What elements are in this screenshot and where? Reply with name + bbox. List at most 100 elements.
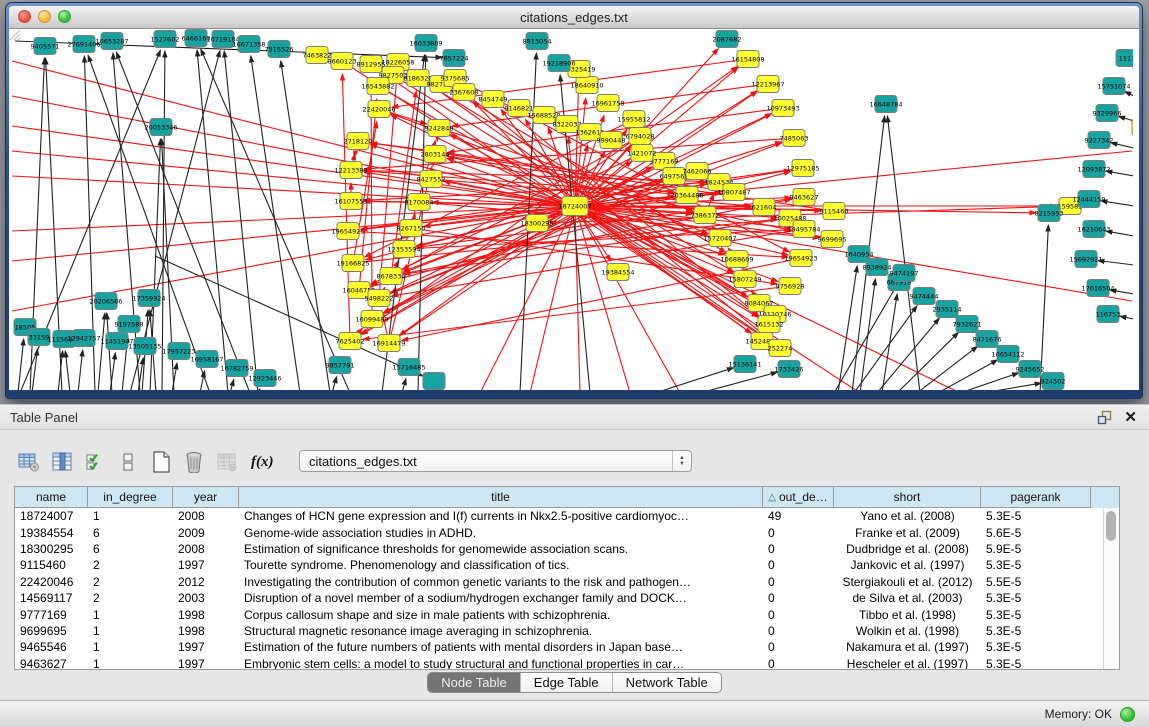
table-cell[interactable]: 6 (88, 526, 173, 540)
column-header-pagerank[interactable]: pagerank (981, 487, 1091, 508)
table-row[interactable]: 1830029562008Estimation of significance … (15, 541, 1119, 557)
table-cell[interactable]: Dudbridge et al. (2008) (834, 542, 981, 556)
table-cell[interactable]: 5.6E-5 (981, 526, 1091, 540)
close-panel-icon[interactable]: ✕ (1124, 410, 1137, 425)
table-row[interactable]: 977716911998Corpus callosum shape and si… (15, 606, 1119, 622)
table-cell[interactable]: 2 (88, 591, 173, 605)
table-cell[interactable]: 9777169 (15, 608, 88, 622)
table-cell[interactable]: 2008 (173, 542, 239, 556)
table-cell[interactable]: 2 (88, 575, 173, 589)
table-cell[interactable]: 0 (763, 640, 834, 654)
table-cell[interactable]: Disruption of a novel member of a sodium… (239, 591, 763, 605)
table-row[interactable]: 1456911722003Disruption of a novel membe… (15, 590, 1119, 606)
table-cell[interactable]: 14569117 (15, 591, 88, 605)
table-cell[interactable]: 5.3E-5 (981, 624, 1091, 638)
table-cell[interactable]: Estimation of the future numbers of pati… (239, 640, 763, 654)
column-header-in_degree[interactable]: in_degree (88, 487, 173, 508)
table-row[interactable]: 911546021997Tourette syndrome. Phenomeno… (15, 557, 1119, 573)
table-cell[interactable]: Structural magnetic resonance image aver… (239, 624, 763, 638)
table-cell[interactable]: 18300295 (15, 542, 88, 556)
table-cell[interactable]: 18724007 (15, 509, 88, 523)
show-column-icon[interactable] (47, 448, 77, 476)
memory-ok-indicator-icon[interactable] (1120, 707, 1135, 722)
table-cell[interactable]: Nakamura et al. (1997) (834, 640, 981, 654)
table-cell[interactable]: 5.3E-5 (981, 657, 1091, 670)
tab-network-table[interactable]: Network Table (613, 673, 721, 692)
table-cell[interactable]: 1 (88, 657, 173, 670)
table-cell[interactable]: 5.3E-5 (981, 608, 1091, 622)
table-row[interactable]: 1938455462009Genome-wide association stu… (15, 524, 1119, 540)
table-cell[interactable]: 1997 (173, 657, 239, 670)
table-cell[interactable]: 2003 (173, 591, 239, 605)
table-settings-icon[interactable] (14, 448, 44, 476)
table-row[interactable]: 2242004622012Investigating the contribut… (15, 574, 1119, 590)
citation-network-graph[interactable]: 1872400786601238912955182260589827503165… (9, 29, 1133, 390)
table-row[interactable]: 946362711997Embryonic stem cells: a mode… (15, 656, 1119, 670)
column-header-short[interactable]: short (834, 487, 981, 508)
table-cell[interactable]: Wolkin et al. (1998) (834, 624, 981, 638)
table-cell[interactable]: 5.9E-5 (981, 542, 1091, 556)
table-cell[interactable]: 49 (763, 509, 834, 523)
table-cell[interactable]: 2012 (173, 575, 239, 589)
table-cell[interactable]: 0 (763, 575, 834, 589)
tab-node-table[interactable]: Node Table (428, 673, 521, 692)
table-cell[interactable]: 2008 (173, 509, 239, 523)
scrollbar-thumb[interactable] (1106, 511, 1116, 541)
column-header-title[interactable]: title (239, 487, 763, 508)
table-cell[interactable]: Hescheler et al. (1997) (834, 657, 981, 670)
column-header-year[interactable]: year (173, 487, 239, 508)
table-cell[interactable]: 9465546 (15, 640, 88, 654)
table-cell[interactable]: 1998 (173, 624, 239, 638)
table-cell[interactable]: 1 (88, 640, 173, 654)
table-cell[interactable]: Tourette syndrome. Phenomenology and cla… (239, 558, 763, 572)
table-cell[interactable]: 0 (763, 558, 834, 572)
window-titlebar[interactable]: citations_edges.txt (9, 6, 1139, 29)
table-cell[interactable]: 5.3E-5 (981, 591, 1091, 605)
tab-edge-table[interactable]: Edge Table (521, 673, 613, 692)
column-header-name[interactable]: name (15, 487, 88, 508)
table-cell[interactable]: 0 (763, 608, 834, 622)
table-cell[interactable]: Franke et al. (2009) (834, 526, 981, 540)
table-cell[interactable]: 19384554 (15, 526, 88, 540)
table-cell[interactable]: 1 (88, 509, 173, 523)
table-cell[interactable]: 5.3E-5 (981, 558, 1091, 572)
table-cell[interactable]: 9463627 (15, 657, 88, 670)
float-panel-icon[interactable] (1097, 410, 1112, 425)
table-cell[interactable]: de Silva et al. (2003) (834, 591, 981, 605)
row-height-icon[interactable] (113, 448, 143, 476)
table-cell[interactable]: Corpus callosum shape and size in male p… (239, 608, 763, 622)
table-cell[interactable]: 1997 (173, 640, 239, 654)
resize-grip-icon[interactable] (9, 29, 21, 41)
table-cell[interactable]: 2 (88, 558, 173, 572)
table-cell[interactable]: 6 (88, 542, 173, 556)
table-cell[interactable]: Stergiakouli et al. (2012) (834, 575, 981, 589)
table-cell[interactable]: Changes of HCN gene expression and I(f) … (239, 509, 763, 523)
table-cell[interactable]: Genome-wide association studies in ADHD. (239, 526, 763, 540)
table-cell[interactable]: Jankovic et al. (1997) (834, 558, 981, 572)
table-cell[interactable]: 5.3E-5 (981, 509, 1091, 523)
table-cell[interactable]: 9699695 (15, 624, 88, 638)
table-cell[interactable]: 1 (88, 624, 173, 638)
function-builder-icon[interactable]: f(x) (251, 454, 274, 471)
table-row[interactable]: 1872400712008Changes of HCN gene express… (15, 508, 1119, 524)
close-window-button[interactable] (18, 10, 31, 23)
graph-node[interactable] (1132, 119, 1133, 136)
minimize-window-button[interactable] (38, 10, 51, 23)
table-cell[interactable]: 5.3E-5 (981, 640, 1091, 654)
table-cell[interactable]: Tibbo et al. (1998) (834, 608, 981, 622)
table-select-dropdown[interactable]: citations_edges.txt ▲▼ (299, 450, 692, 472)
table-cell[interactable]: 1998 (173, 608, 239, 622)
table-cell[interactable]: 0 (763, 526, 834, 540)
table-cell[interactable]: 1997 (173, 558, 239, 572)
table-cell[interactable]: Estimation of significance thresholds fo… (239, 542, 763, 556)
zoom-window-button[interactable] (58, 10, 71, 23)
select-rows-icon[interactable] (80, 448, 110, 476)
table-row[interactable]: 969969511998Structural magnetic resonanc… (15, 623, 1119, 639)
table-cell[interactable]: 0 (763, 624, 834, 638)
table-vertical-scrollbar[interactable] (1103, 508, 1119, 669)
table-cell[interactable]: 0 (763, 591, 834, 605)
table-cell[interactable]: 9115460 (15, 558, 88, 572)
table-cell[interactable]: Embryonic stem cells: a model to study s… (239, 657, 763, 670)
table-cell[interactable]: Investigating the contribution of common… (239, 575, 763, 589)
delete-table-icon[interactable] (179, 448, 209, 476)
